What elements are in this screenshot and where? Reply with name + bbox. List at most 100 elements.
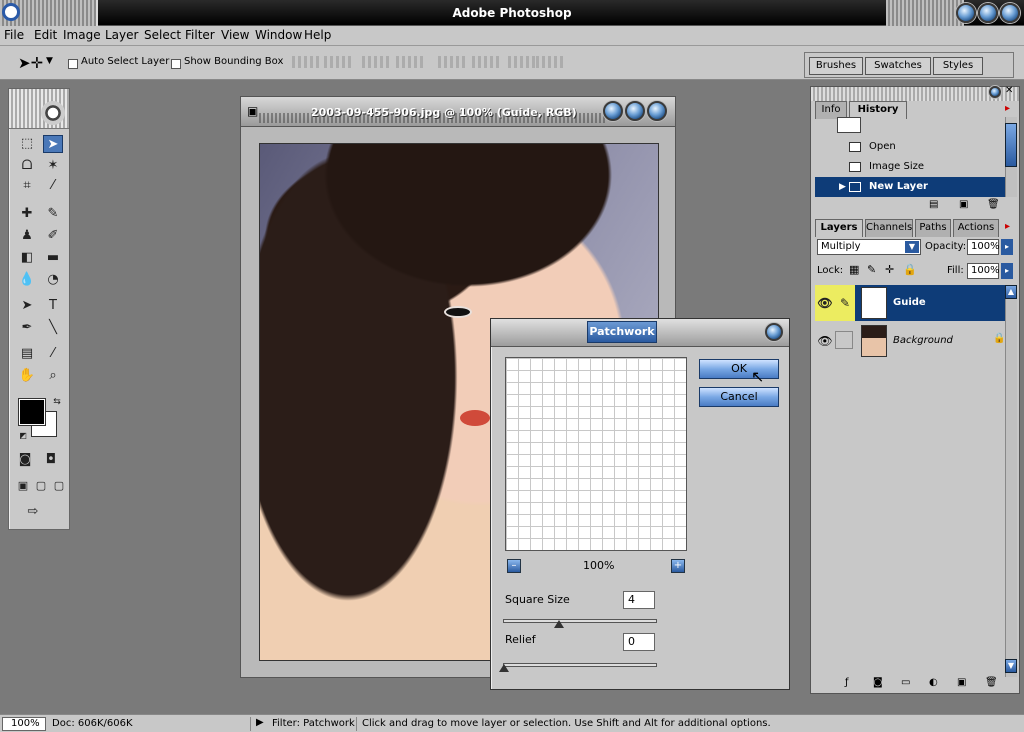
menu-help[interactable]: Help xyxy=(304,28,331,42)
history-snapshot-thumbnail[interactable] xyxy=(837,117,861,133)
lock-all-icon[interactable]: 🔒 xyxy=(903,263,917,276)
swap-colors-icon[interactable]: ⇆ xyxy=(47,393,67,411)
dialog-titlebar[interactable]: Patchwork xyxy=(491,319,789,347)
path-select-icon[interactable]: ➤ xyxy=(17,297,37,315)
show-bounding-box-checkbox[interactable] xyxy=(171,59,181,69)
eyedropper-icon[interactable]: ⁄ xyxy=(43,345,63,363)
tab-swatches[interactable]: Swatches xyxy=(865,57,931,75)
status-menu-arrow-icon[interactable]: ▶ xyxy=(256,717,264,728)
square-size-slider-thumb[interactable] xyxy=(553,620,564,628)
distribute-left-icon[interactable] xyxy=(508,56,536,68)
healing-brush-icon[interactable]: ✚ xyxy=(17,205,37,223)
screen-mode-full-menu-icon[interactable]: ▢ xyxy=(31,477,51,495)
menu-select[interactable]: Select xyxy=(144,28,181,42)
history-row[interactable]: Image Size xyxy=(815,157,1005,177)
status-zoom-field[interactable]: 100% xyxy=(2,717,46,731)
default-colors-icon[interactable]: ◩ xyxy=(13,427,33,445)
doc-maximize-button[interactable] xyxy=(625,101,645,121)
align-top-icon[interactable] xyxy=(292,56,320,68)
lock-paint-icon[interactable]: ✎ xyxy=(867,263,876,276)
blend-mode-select[interactable]: Multiply ▼ xyxy=(817,239,921,255)
menu-window[interactable]: Window xyxy=(255,28,302,42)
jump-to-imageready-icon[interactable]: ⇨ xyxy=(23,503,43,521)
layer-row-background[interactable]: 👁 Background 🔒 xyxy=(815,323,1005,359)
add-mask-icon[interactable]: ◙ xyxy=(873,677,883,688)
filter-preview[interactable] xyxy=(505,357,687,551)
dodge-tool-icon[interactable]: ◔ xyxy=(43,271,63,289)
history-brush-icon[interactable]: ✐ xyxy=(43,227,63,245)
relief-slider-thumb[interactable] xyxy=(499,664,509,672)
toolbox-header[interactable] xyxy=(9,89,69,129)
history-trash-icon[interactable]: 🗑 xyxy=(987,199,1000,210)
cancel-button[interactable]: Cancel xyxy=(699,387,779,407)
quick-mask-icon[interactable]: ◘ xyxy=(41,451,61,469)
panel-close-icon[interactable]: ✕ xyxy=(1005,85,1013,96)
blur-tool-icon[interactable]: 💧 xyxy=(17,271,37,289)
minimize-button[interactable] xyxy=(956,3,976,23)
square-size-field[interactable]: 4 xyxy=(623,591,655,609)
new-document-from-state-icon[interactable]: ▤ xyxy=(929,199,938,210)
lasso-tool-icon[interactable]: ᗝ xyxy=(17,157,37,175)
tab-layers[interactable]: Layers xyxy=(815,219,863,237)
close-button[interactable] xyxy=(1000,3,1020,23)
opacity-field[interactable]: 100% xyxy=(967,239,1000,255)
history-row-selected[interactable]: ▶ New Layer xyxy=(815,177,1005,197)
align-right-icon[interactable] xyxy=(396,56,424,68)
doc-close-button[interactable] xyxy=(647,101,667,121)
clone-stamp-icon[interactable]: ♟ xyxy=(17,227,37,245)
zoom-out-button[interactable]: – xyxy=(507,559,521,573)
screen-mode-standard-icon[interactable]: ▣ xyxy=(13,477,33,495)
marquee-tool-icon[interactable]: ⬚ xyxy=(17,135,37,153)
dialog-close-button[interactable] xyxy=(765,323,783,341)
history-row[interactable]: Open xyxy=(815,137,1005,157)
align-middle-icon[interactable] xyxy=(324,56,352,68)
layers-scrollbar[interactable] xyxy=(1005,285,1017,677)
eye-logo-icon[interactable] xyxy=(41,101,65,125)
auto-select-layer-checkbox[interactable] xyxy=(68,59,78,69)
menu-file[interactable]: File xyxy=(4,28,24,42)
layers-scroll-up-icon[interactable]: ▲ xyxy=(1005,285,1017,299)
notes-tool-icon[interactable]: ▤ xyxy=(17,345,37,363)
tool-preset-chevron-icon[interactable]: ▼ xyxy=(46,56,53,66)
standard-mode-icon[interactable]: ◙ xyxy=(15,451,35,469)
menu-edit[interactable]: Edit xyxy=(34,28,57,42)
document-titlebar[interactable]: ▣ 2003-09-455-906.jpg @ 100% (Guide, RGB… xyxy=(241,97,675,127)
blend-mode-chevron-icon[interactable]: ▼ xyxy=(905,241,919,253)
layer-visibility-eye-icon[interactable]: 👁 xyxy=(815,285,835,321)
fill-arrow-icon[interactable]: ▸ xyxy=(1001,263,1013,279)
panel-minimize-button[interactable] xyxy=(989,86,1001,98)
gradient-tool-icon[interactable]: ▬ xyxy=(43,249,63,267)
tab-actions[interactable]: Actions xyxy=(953,219,999,237)
brush-tool-icon[interactable]: ✎ xyxy=(43,205,63,223)
opacity-arrow-icon[interactable]: ▸ xyxy=(1001,239,1013,255)
menu-layer[interactable]: Layer xyxy=(105,28,138,42)
layer-brush-link-icon[interactable]: ✎ xyxy=(835,285,855,321)
tab-brushes[interactable]: Brushes xyxy=(809,57,863,75)
doc-minimize-button[interactable] xyxy=(603,101,623,121)
menu-view[interactable]: View xyxy=(221,28,249,42)
menu-image[interactable]: Image xyxy=(63,28,101,42)
screen-mode-full-icon[interactable]: ▢ xyxy=(49,477,69,495)
maximize-button[interactable] xyxy=(978,3,998,23)
move-tool-button-icon[interactable]: ➤ xyxy=(43,135,63,153)
slice-tool-icon[interactable]: ⁄ xyxy=(43,177,63,195)
magic-wand-icon[interactable]: ✶ xyxy=(43,157,63,175)
tab-styles[interactable]: Styles xyxy=(933,57,983,75)
layer-style-icon[interactable]: ƒ xyxy=(845,677,849,688)
new-layer-icon[interactable]: ▣ xyxy=(957,677,966,688)
history-menu-icon[interactable]: ▸ xyxy=(1005,103,1010,114)
ok-button[interactable]: OK xyxy=(699,359,779,379)
align-left-icon[interactable] xyxy=(362,56,390,68)
new-snapshot-icon[interactable]: ▣ xyxy=(959,199,968,210)
fill-field[interactable]: 100% xyxy=(967,263,1000,279)
tab-paths[interactable]: Paths xyxy=(915,219,951,237)
zoom-in-button[interactable]: + xyxy=(671,559,685,573)
new-set-icon[interactable]: ▭ xyxy=(901,677,910,688)
layer-link-slot[interactable] xyxy=(835,331,853,349)
relief-slider[interactable] xyxy=(499,663,657,672)
delete-layer-icon[interactable]: 🗑 xyxy=(985,677,998,688)
type-tool-icon[interactable]: T xyxy=(43,297,63,315)
history-panel-header[interactable]: ✕ xyxy=(811,85,1019,101)
crop-tool-icon[interactable]: ⌗ xyxy=(17,177,37,195)
square-size-slider[interactable] xyxy=(503,619,657,628)
